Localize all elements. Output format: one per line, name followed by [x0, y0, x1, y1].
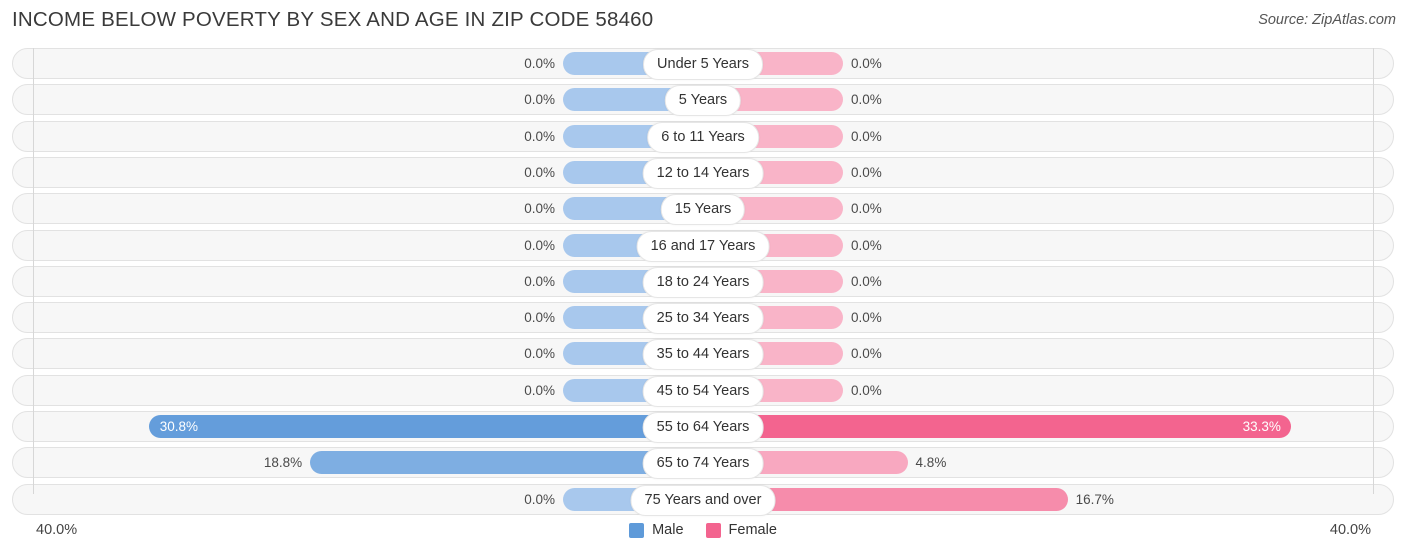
bar-value-female: 0.0%: [851, 237, 882, 253]
chart-row: 0.0% 0.0% 12 to 14 Years: [12, 156, 1394, 189]
bar-value-male: 0.0%: [524, 491, 555, 507]
gridline-right: [1373, 48, 1374, 494]
chart-footer: 40.0% 40.0% Male Female: [0, 516, 1406, 558]
legend-item-female[interactable]: Female: [705, 522, 777, 538]
bar-value-male: 0.0%: [524, 382, 555, 398]
bar-value-female: 0.0%: [851, 201, 882, 217]
chart-row: 0.0% 0.0% 16 and 17 Years: [12, 229, 1394, 262]
age-group-label: Under 5 Years: [643, 49, 763, 80]
chart-plot: 0.0% 0.0% Under 5 Years 0.0% 0.0% 5 Years 0.0%…: [12, 46, 1394, 516]
legend-label-female: Female: [728, 522, 777, 538]
chart-row: 0.0% 0.0% 35 to 44 Years: [12, 338, 1394, 371]
chart-area: 0.0% 0.0% Under 5 Years 0.0% 0.0% 5 Years 0.0%…: [0, 46, 1406, 516]
legend-swatch-male-icon: [629, 522, 645, 538]
bar-value-male: 0.0%: [524, 164, 555, 180]
bar-value-male: 0.0%: [524, 310, 555, 326]
age-group-label: 12 to 14 Years: [642, 157, 764, 189]
bar-value-female: 0.0%: [851, 164, 882, 180]
legend-swatch-female-icon: [705, 522, 721, 538]
age-group-label: 45 to 54 Years: [642, 375, 764, 407]
age-group-label: 75 Years and over: [630, 484, 776, 516]
chart-header: Income Below Poverty by Sex and Age in Z…: [0, 0, 1406, 40]
page-title: Income Below Poverty by Sex and Age in Z…: [12, 8, 654, 31]
bar-value-female: 16.7%: [1075, 491, 1114, 507]
legend-item-male[interactable]: Male: [629, 522, 684, 538]
legend-label-male: Male: [652, 522, 684, 538]
chart-row: 18.8% 4.8% 65 to 74 Years: [12, 447, 1394, 480]
bar-value-male: 30.8%: [159, 419, 199, 434]
source-attribution: Source: ZipAtlas.com: [1258, 12, 1396, 28]
bar-value-male: 0.0%: [524, 92, 555, 108]
chart-row: 0.0% 0.0% 18 to 24 Years: [12, 265, 1394, 298]
chart-row: 0.0% 0.0% 6 to 11 Years: [12, 120, 1394, 153]
age-group-label: 16 and 17 Years: [636, 230, 770, 262]
chart-row: 0.0% 0.0% 5 Years: [12, 84, 1394, 117]
bar-value-female: 0.0%: [851, 310, 882, 326]
age-group-label: 35 to 44 Years: [642, 339, 764, 371]
bar-value-female: 0.0%: [851, 128, 882, 144]
bar-value-female: 0.0%: [851, 92, 882, 108]
gridline-left: [33, 48, 34, 494]
chart-row: 0.0% 0.0% Under 5 Years: [12, 48, 1394, 80]
chart-legend: Male Female: [0, 522, 1406, 538]
bar-male[interactable]: [148, 415, 703, 438]
bar-value-male: 0.0%: [524, 56, 555, 71]
bar-value-female: 0.0%: [851, 346, 882, 362]
bar-value-female: 33.3%: [1242, 419, 1281, 434]
bar-value-male: 0.0%: [524, 201, 555, 217]
age-group-label: 25 to 34 Years: [642, 303, 764, 335]
bar-value-female: 4.8%: [915, 455, 947, 471]
chart-row: 30.8% 33.3% 55 to 64 Years: [12, 411, 1394, 443]
bar-value-male: 0.0%: [524, 273, 555, 289]
age-group-label: 18 to 24 Years: [642, 266, 764, 298]
bar-value-male: 0.0%: [524, 237, 555, 253]
chart-row: 0.0% 0.0% 25 to 34 Years: [12, 302, 1394, 335]
bar-value-male: 0.0%: [524, 128, 555, 144]
age-group-label: 5 Years: [664, 85, 742, 117]
chart-row: 0.0% 0.0% 15 Years: [12, 193, 1394, 226]
bar-value-female: 0.0%: [851, 382, 882, 398]
bar-female[interactable]: [703, 415, 1291, 438]
bar-value-male: 0.0%: [524, 346, 555, 362]
age-group-label: 6 to 11 Years: [647, 121, 759, 153]
age-group-label: 65 to 74 Years: [642, 448, 764, 480]
age-group-label: 15 Years: [660, 194, 746, 226]
age-group-label: 55 to 64 Years: [642, 412, 764, 443]
bar-value-male: 18.8%: [263, 455, 303, 471]
bar-value-female: 0.0%: [851, 56, 882, 71]
chart-row: 0.0% 16.7% 75 Years and over: [12, 483, 1394, 516]
bar-value-female: 0.0%: [851, 273, 882, 289]
chart-row: 0.0% 0.0% 45 to 54 Years: [12, 374, 1394, 407]
